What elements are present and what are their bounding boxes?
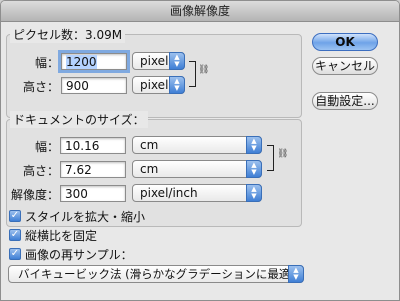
doc-height-unit: cm <box>140 162 159 176</box>
pixel-width-unit-select[interactable]: pixel ▲ ▼ <box>132 52 185 70</box>
pixel-width-value: 1200 <box>66 55 97 69</box>
resample-label[interactable]: 画像の再サンプル： <box>25 246 133 263</box>
scale-styles-checkbox[interactable]: ✓ <box>9 210 21 222</box>
doc-height-label: 高さ： <box>22 164 59 178</box>
popup-arrows-icon: ▲ ▼ <box>169 52 185 70</box>
pixel-width-field[interactable]: 1200 <box>58 50 130 73</box>
doc-width-unit: cm <box>140 138 159 152</box>
doc-link-bracket <box>267 145 274 171</box>
pixel-height-value: 900 <box>66 79 89 93</box>
document-size-title: ドキュメントのサイズ： <box>10 111 148 128</box>
dialog-content: ピクセル数：3.09M 幅： 1200 pixel ▲ ▼ 高さ： 900 pix… <box>1 22 399 300</box>
popup-arrows-icon: ▲ ▼ <box>288 265 304 283</box>
resolution-label: 解像度： <box>11 188 60 202</box>
doc-width-label: 幅： <box>34 140 59 154</box>
pixel-height-unit: pixel <box>140 78 169 92</box>
pixel-height-unit-select[interactable]: pixel ▲ ▼ <box>132 76 185 94</box>
popup-arrows-icon: ▲ ▼ <box>246 184 262 202</box>
resolution-value: 300 <box>65 187 88 201</box>
constrain-proportions-label[interactable]: 縦横比を固定 <box>25 227 97 244</box>
doc-width-unit-select[interactable]: cm ▲ ▼ <box>132 136 262 154</box>
doc-width-value: 10.16 <box>65 139 100 153</box>
popup-arrows-icon: ▲ ▼ <box>169 76 185 94</box>
resolution-field[interactable]: 300 <box>60 185 126 202</box>
pixel-height-field[interactable]: 900 <box>61 77 127 94</box>
pixel-width-label: 幅： <box>34 56 59 70</box>
scale-styles-label[interactable]: スタイルを拡大・縮小 <box>25 208 145 225</box>
doc-height-value: 7.62 <box>65 163 92 177</box>
resample-checkbox[interactable]: ✓ <box>9 248 21 260</box>
pixel-link-bracket <box>189 61 196 87</box>
doc-height-field[interactable]: 7.62 <box>60 161 126 178</box>
popup-arrows-icon: ▲ ▼ <box>246 160 262 178</box>
auto-button[interactable]: 自動設定... <box>312 92 378 110</box>
pixel-dimensions-title: ピクセル数：3.09M <box>10 26 126 43</box>
constrain-proportions-checkbox[interactable]: ✓ <box>9 229 21 241</box>
image-size-dialog: 画像解像度 ピクセル数：3.09M 幅： 1200 pixel ▲ ▼ 高さ： 9… <box>0 0 400 301</box>
doc-height-unit-select[interactable]: cm ▲ ▼ <box>132 160 262 178</box>
cancel-button[interactable]: キャンセル <box>312 57 378 75</box>
chain-link-icon: ⛓ <box>198 65 210 75</box>
resample-method-select[interactable]: バイキュービック法 (滑らかなグラデーションに最適) ▲ ▼ <box>8 265 304 283</box>
pixel-width-unit: pixel <box>140 54 169 68</box>
resolution-unit-select[interactable]: pixel/inch ▲ ▼ <box>132 184 262 202</box>
pixel-height-label: 高さ： <box>22 80 59 94</box>
doc-width-field[interactable]: 10.16 <box>60 137 126 154</box>
dialog-title: 画像解像度 <box>1 1 399 22</box>
popup-arrows-icon: ▲ ▼ <box>246 136 262 154</box>
ok-button[interactable]: OK <box>312 33 378 51</box>
resolution-unit: pixel/inch <box>140 186 198 200</box>
chain-link-icon: ⛓ <box>277 149 289 159</box>
resample-method-value: バイキュービック法 (滑らかなグラデーションに最適) <box>18 267 295 281</box>
